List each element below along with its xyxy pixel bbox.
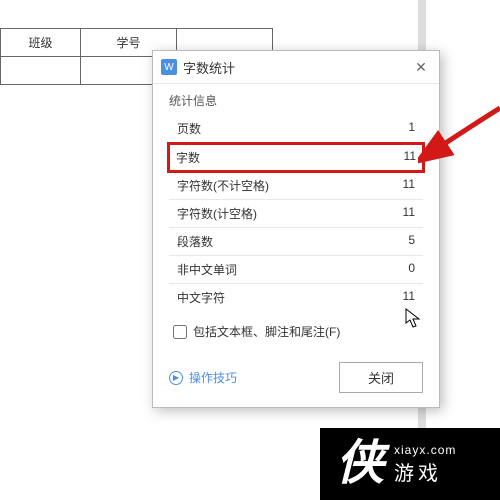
stat-row-chars-space: 字符数(计空格) 11 [169, 200, 423, 228]
app-icon: W [161, 59, 177, 75]
table-cell [1, 57, 81, 85]
stat-value: 11 [403, 289, 415, 306]
stat-value: 1 [408, 120, 415, 137]
dialog-body: 统计信息 页数 1 字数 11 字符数(不计空格) 11 字符数(计空格) 11… [153, 84, 439, 352]
hint-link[interactable]: ▶ 操作技巧 [169, 369, 237, 386]
watermark-url: xiayx.com [394, 443, 456, 457]
stat-label: 段落数 [177, 233, 213, 250]
stat-row-nonchinese: 非中文单词 0 [169, 256, 423, 284]
stat-row-paragraphs: 段落数 5 [169, 228, 423, 256]
play-icon: ▶ [169, 371, 183, 385]
stat-label: 字符数(不计空格) [177, 177, 269, 194]
close-icon[interactable]: ✕ [411, 57, 431, 77]
watermark: 侠 xiayx.com 游戏 [320, 428, 500, 500]
stat-label: 字符数(计空格) [177, 205, 257, 222]
stat-row-pages: 页数 1 [169, 115, 423, 143]
dialog-title: 字数统计 [183, 58, 411, 77]
stat-value: 11 [403, 177, 415, 194]
stat-label: 中文字符 [177, 289, 225, 306]
section-label: 统计信息 [169, 92, 423, 109]
stat-value: 11 [404, 149, 416, 166]
dialog-footer: ▶ 操作技巧 关闭 [153, 352, 439, 407]
stat-row-chars-nospace: 字符数(不计空格) 11 [169, 172, 423, 200]
stat-label: 非中文单词 [177, 261, 237, 278]
stat-value: 0 [408, 261, 415, 278]
watermark-text: xiayx.com 游戏 [394, 443, 456, 486]
close-button[interactable]: 关闭 [339, 362, 423, 393]
stat-label: 字数 [176, 149, 200, 166]
stat-value: 5 [408, 233, 415, 250]
watermark-cn: 游戏 [394, 457, 456, 486]
hint-label: 操作技巧 [189, 369, 237, 386]
word-count-dialog: W 字数统计 ✕ 统计信息 页数 1 字数 11 字符数(不计空格) 11 字符… [152, 50, 440, 408]
stat-value: 11 [403, 205, 415, 222]
stat-label: 页数 [177, 120, 201, 137]
include-checkbox[interactable] [173, 325, 187, 339]
include-checkbox-row[interactable]: 包括文本框、脚注和尾注(F) [169, 323, 423, 340]
dialog-titlebar: W 字数统计 ✕ [153, 51, 439, 84]
table-header-class: 班级 [1, 29, 81, 57]
stat-row-chinese: 中文字符 11 [169, 284, 423, 311]
watermark-char: 侠 [336, 440, 384, 488]
checkbox-label: 包括文本框、脚注和尾注(F) [193, 323, 340, 340]
stat-row-words: 字数 11 [167, 142, 425, 173]
